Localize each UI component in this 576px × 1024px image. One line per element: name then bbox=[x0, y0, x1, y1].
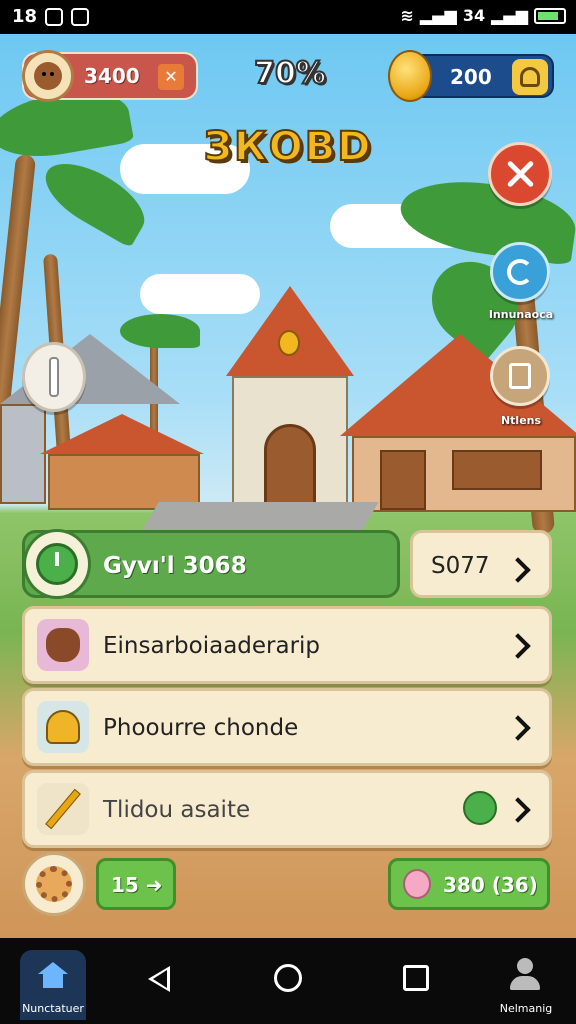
profile-icon[interactable] bbox=[508, 958, 542, 992]
status-time: 18 bbox=[12, 6, 38, 27]
lamp-icon bbox=[49, 357, 59, 397]
redo-label: Innunaoca bbox=[488, 308, 554, 321]
chevron-right-icon bbox=[509, 715, 529, 741]
menu-item-2[interactable]: Phoourre chonde bbox=[22, 688, 552, 766]
nav-home-label: Nunctatuer bbox=[22, 1002, 84, 1015]
coin-icon bbox=[388, 50, 432, 102]
road bbox=[141, 502, 379, 532]
pig-icon bbox=[403, 869, 431, 899]
wifi-icon: ≋ bbox=[400, 6, 414, 25]
note-label: Ntlens bbox=[500, 414, 542, 427]
pig-counter-button[interactable]: 380 (36) bbox=[388, 858, 550, 910]
shop-button[interactable] bbox=[512, 59, 548, 95]
chevron-right-icon bbox=[509, 633, 529, 659]
nav-profile-label: Nelmanig bbox=[499, 1002, 553, 1015]
note-button[interactable] bbox=[490, 346, 550, 406]
close-button[interactable] bbox=[488, 142, 552, 206]
close-icon bbox=[505, 159, 535, 189]
chevron-right-icon bbox=[509, 797, 529, 823]
pencil-icon bbox=[37, 783, 89, 835]
daily-bar[interactable]: Gyvı'l 3068 bbox=[22, 529, 400, 599]
avatar[interactable] bbox=[22, 50, 74, 102]
home-circle-icon[interactable] bbox=[274, 964, 302, 992]
game-scene: 3400 ✕ 70% 200 ЗКОВD Innunaoca Ntlens Gy… bbox=[0, 34, 576, 938]
daily-label: Gyvı'l 3068 bbox=[103, 553, 247, 579]
coin-count: 200 bbox=[450, 65, 492, 89]
settings-button[interactable] bbox=[22, 852, 86, 916]
message-icon bbox=[71, 7, 90, 26]
house-door bbox=[380, 450, 426, 510]
house-roof bbox=[40, 414, 204, 454]
signal-icon-2: ▂▄▆ bbox=[491, 6, 528, 25]
shop-icon bbox=[520, 67, 540, 87]
player-hud[interactable]: 3400 ✕ bbox=[22, 50, 198, 102]
lamp-button[interactable] bbox=[22, 342, 86, 412]
home-icon bbox=[38, 962, 68, 988]
menu-item-3[interactable]: Tlidou asaite bbox=[22, 770, 552, 848]
level-text: 15 ➜ bbox=[111, 873, 163, 897]
menu-item-1[interactable]: Einsarboiaaderarip bbox=[22, 606, 552, 684]
progress-percent: 70% bbox=[253, 55, 327, 92]
coin-hud[interactable]: 200 bbox=[388, 50, 554, 102]
flag-icon[interactable]: ✕ bbox=[158, 64, 184, 90]
bell-ornament-icon bbox=[278, 330, 300, 356]
daily-value-button[interactable]: S077 bbox=[410, 530, 552, 598]
battery-icon bbox=[534, 7, 566, 24]
gear-icon bbox=[36, 866, 72, 902]
player-score: 3400 bbox=[84, 64, 140, 88]
bell-icon bbox=[37, 701, 89, 753]
bear-icon bbox=[37, 619, 89, 671]
menu-item-label: Einsarboiaaderarip bbox=[103, 633, 321, 659]
chevron-right-icon bbox=[509, 557, 529, 583]
bottom-nav: Nunctatuer Nelmanig bbox=[0, 938, 576, 1024]
menu-item-label: Tlidou asaite bbox=[103, 797, 251, 823]
recent-apps-icon[interactable] bbox=[403, 965, 429, 991]
note-icon bbox=[509, 363, 531, 389]
house-window bbox=[452, 450, 542, 490]
back-icon[interactable] bbox=[148, 966, 170, 992]
redo-button[interactable] bbox=[490, 242, 550, 302]
signal-icon: ▂▄▆ bbox=[419, 6, 457, 25]
daily-value: S077 bbox=[431, 553, 490, 579]
clock-button[interactable] bbox=[23, 529, 91, 599]
status-right-text: 34 bbox=[462, 6, 486, 25]
leaf-icon bbox=[463, 791, 497, 825]
redo-icon bbox=[507, 259, 533, 285]
notification-icon bbox=[45, 7, 64, 26]
pig-counter-text: 380 (36) bbox=[443, 873, 538, 897]
dog-avatar-icon bbox=[34, 62, 62, 90]
temple-door bbox=[264, 424, 316, 506]
level-button[interactable]: 15 ➜ bbox=[96, 858, 176, 910]
clock-icon bbox=[36, 543, 78, 585]
menu-item-label: Phoourre chonde bbox=[103, 715, 299, 741]
status-bar: 18 ≋ ▂▄▆ 34 ▂▄▆ bbox=[0, 0, 576, 34]
